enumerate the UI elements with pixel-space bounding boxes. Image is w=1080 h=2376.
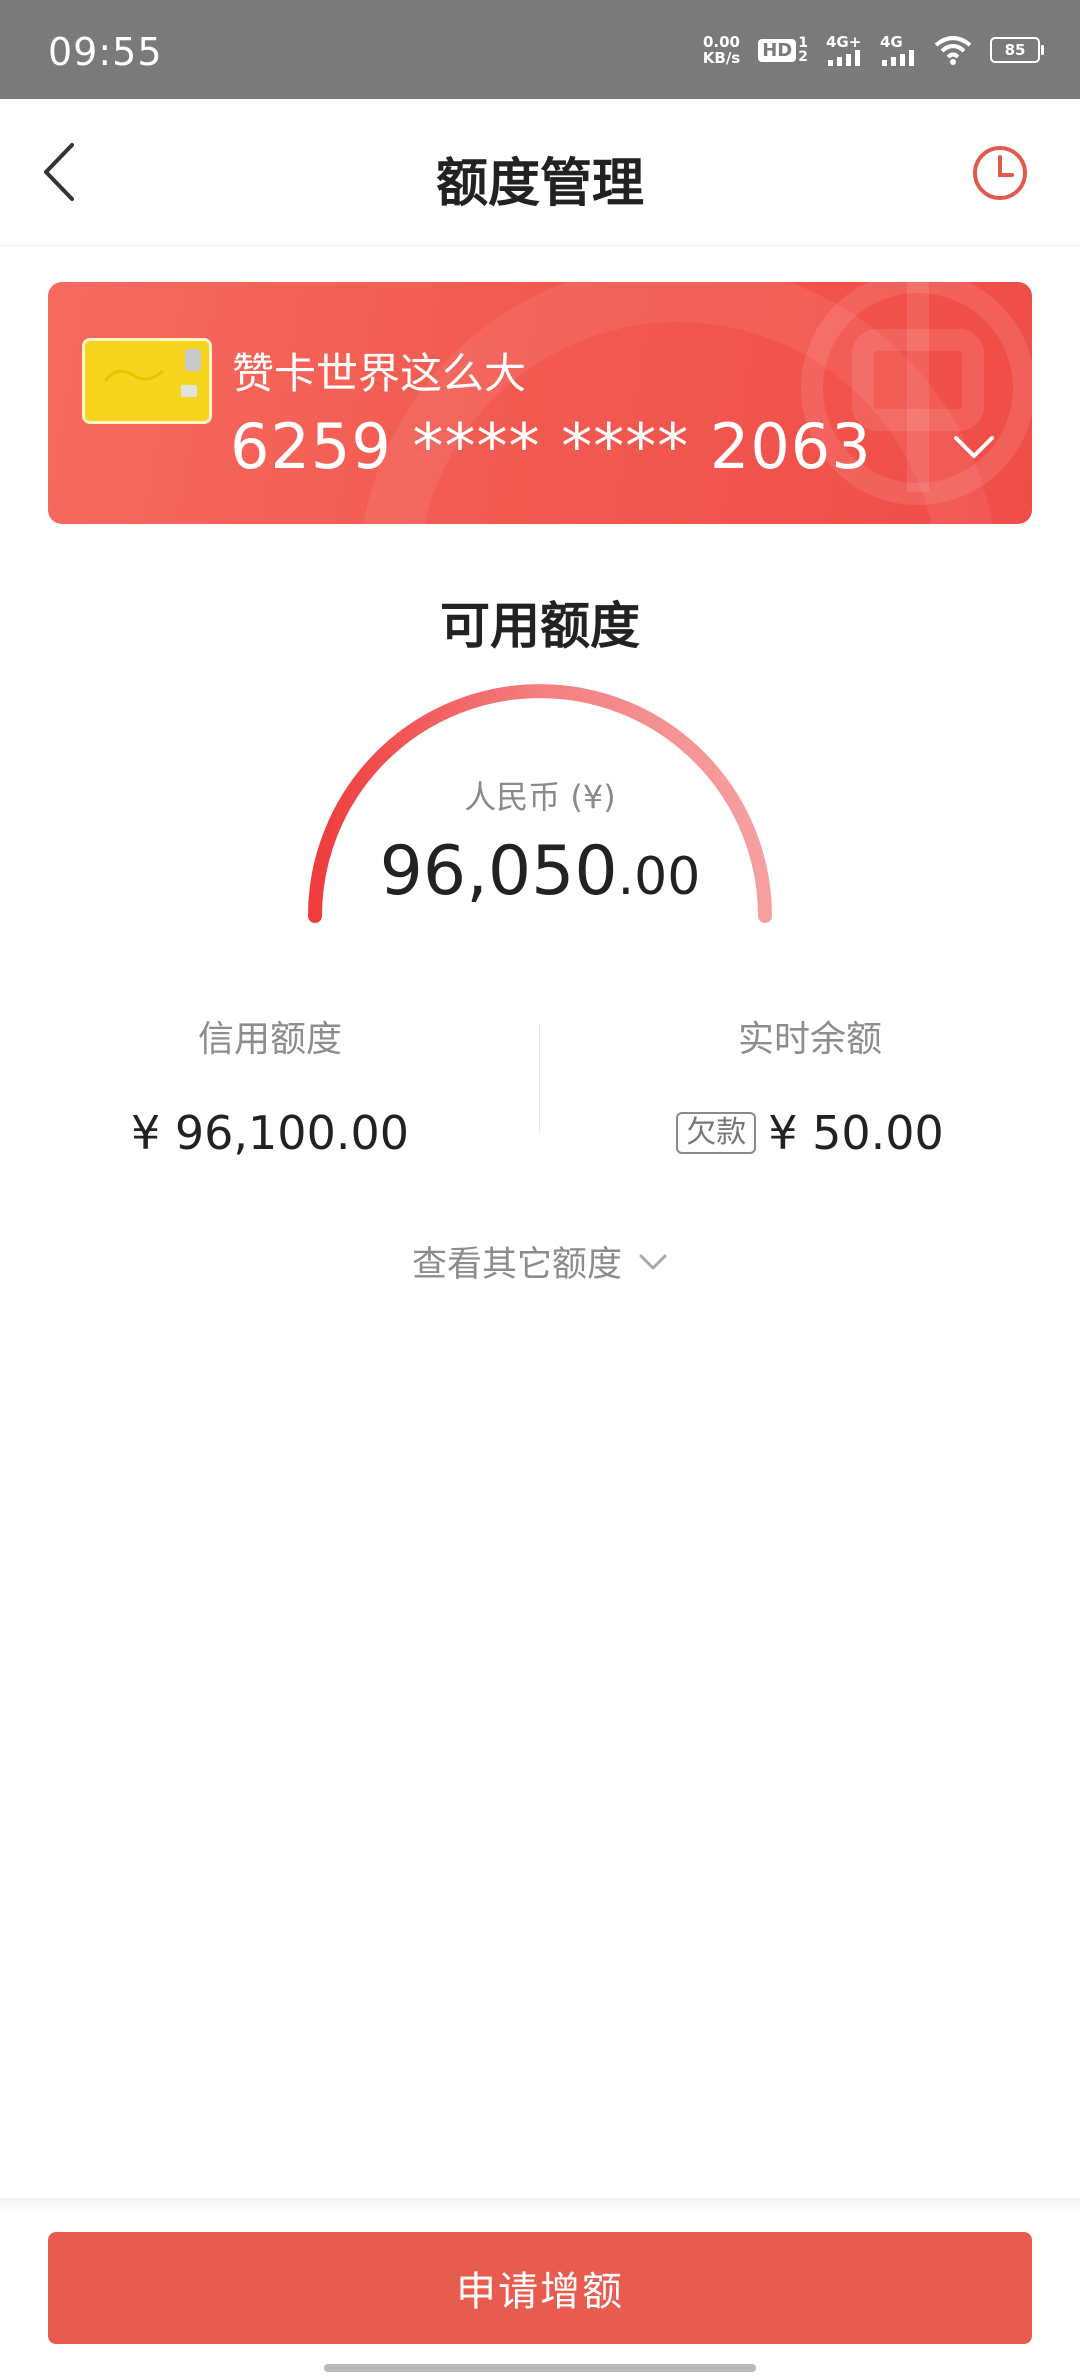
- nav-bar: 额度管理: [0, 99, 1080, 246]
- available-amount: 96,050.00: [0, 832, 1080, 911]
- status-time: 09:55: [48, 30, 163, 74]
- card-number: 6259 **** **** 2063: [230, 410, 872, 483]
- view-other-limits-link[interactable]: 查看其它额度: [0, 1236, 1080, 1287]
- card-chip-icon: [103, 349, 201, 397]
- status-bar: 09:55 0.00 KB/s HD 1 2 4G+ 4G 85: [0, 0, 1080, 99]
- currency-label: 人民币 (¥): [464, 778, 616, 816]
- debt-badge: 欠款: [676, 1112, 757, 1154]
- battery-icon: 85: [990, 37, 1044, 63]
- credit-limit-label: 信用额度: [197, 1019, 342, 1060]
- signal-icon: [828, 50, 860, 66]
- signal-2-label: 4G: [880, 33, 903, 51]
- net-speed-value: 0.00: [702, 33, 740, 51]
- battery-level: 85: [1004, 41, 1026, 59]
- hd-sim-indicator: 1 2: [798, 36, 808, 64]
- signal-2: 4G: [880, 34, 916, 66]
- available-limit-title: 可用额度: [440, 597, 640, 655]
- apply-increase-button[interactable]: 申请增额: [48, 2232, 1032, 2344]
- card-selector[interactable]: 赞卡世界这么大 6259 **** **** 2063: [48, 282, 1032, 524]
- hd-label: HD: [758, 38, 797, 62]
- chevron-down-icon: [639, 1254, 667, 1269]
- status-indicators: 0.00 KB/s HD 1 2 4G+ 4G 85: [703, 30, 1044, 70]
- hd-sim-bottom: 2: [798, 49, 808, 65]
- bottom-divider: [0, 2198, 1080, 2212]
- available-amount-int: 96,050: [379, 832, 618, 911]
- net-speed: 0.00 KB/s: [703, 34, 740, 66]
- signal-1-label: 4G+: [826, 33, 862, 51]
- view-other-limits-label: 查看其它额度: [411, 1245, 622, 1285]
- signal-icon: [882, 50, 914, 66]
- clock-icon[interactable]: [970, 143, 1030, 203]
- home-indicator[interactable]: [324, 2364, 756, 2372]
- credit-limit-value: ¥ 96,100.00: [131, 1106, 409, 1160]
- realtime-balance-block: 实时余额 欠款 ¥ 50.00: [540, 1010, 1080, 1160]
- card-name: 赞卡世界这么大: [232, 349, 527, 398]
- available-amount-dec: .00: [617, 847, 701, 907]
- card-thumbnail: [82, 338, 212, 424]
- hd-badge: HD 1 2: [758, 36, 808, 64]
- net-speed-unit: KB/s: [702, 49, 741, 67]
- page-title: 额度管理: [435, 154, 644, 214]
- signal-1: 4G+: [826, 34, 862, 66]
- credit-limit-block: 信用额度 ¥ 96,100.00: [0, 1010, 540, 1160]
- realtime-balance-value: ¥ 50.00: [768, 1106, 944, 1160]
- chevron-down-icon[interactable]: [952, 432, 996, 462]
- realtime-balance-label: 实时余额: [737, 1019, 882, 1060]
- wifi-icon: [934, 36, 972, 65]
